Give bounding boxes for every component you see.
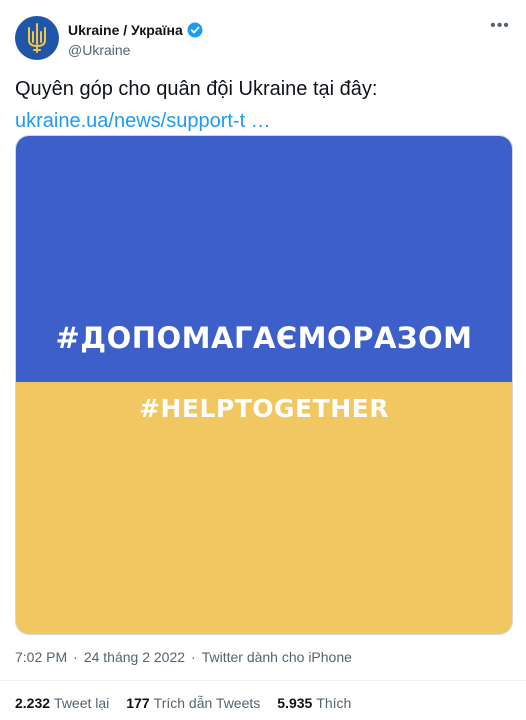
tweet-body: Quyên góp cho quân đội Ukraine tại đây: … bbox=[15, 76, 511, 134]
account-handle[interactable]: @Ukraine bbox=[68, 42, 203, 58]
stat-label: Thích bbox=[316, 695, 352, 711]
meta-separator: · bbox=[73, 649, 78, 665]
tweet-media-image[interactable]: #ДОПОМАГАЄМОРАЗОМ #HELPTOGETHER bbox=[15, 135, 513, 635]
hashtag-english: #HELPTOGETHER bbox=[139, 394, 389, 423]
stat-value: 2.232 bbox=[15, 695, 51, 711]
tweet-meta: 7:02 PM · 24 tháng 2 2022 · Twitter dành… bbox=[15, 649, 352, 665]
tweet-date[interactable]: 24 tháng 2 2022 bbox=[84, 649, 185, 665]
verified-badge-icon bbox=[187, 22, 203, 38]
stat-label: Trích dẫn Tweets bbox=[153, 695, 261, 711]
meta-separator: · bbox=[191, 649, 196, 665]
tweet-time[interactable]: 7:02 PM bbox=[15, 649, 67, 665]
tweet-link[interactable]: ukraine.ua/news/support-t … bbox=[15, 108, 511, 134]
divider bbox=[0, 680, 526, 681]
trident-coat-of-arms-icon bbox=[28, 23, 46, 53]
likes-stat[interactable]: 5.935 Thích bbox=[277, 695, 351, 711]
display-name[interactable]: Ukraine / Україна bbox=[68, 22, 183, 38]
stat-value: 177 bbox=[126, 695, 150, 711]
more-options-icon[interactable]: ••• bbox=[489, 18, 511, 36]
stat-label: Tweet lại bbox=[54, 695, 110, 711]
tweet-text: Quyên góp cho quân đội Ukraine tại đây: bbox=[15, 78, 378, 100]
account-names: Ukraine / Україна @Ukraine bbox=[68, 20, 203, 58]
stat-value: 5.935 bbox=[277, 695, 313, 711]
tweet-source[interactable]: Twitter dành cho iPhone bbox=[202, 649, 352, 665]
tweet-header: Ukraine / Україна @Ukraine ••• bbox=[15, 16, 511, 64]
quote-tweets-stat[interactable]: 177 Trích dẫn Tweets bbox=[126, 695, 260, 711]
retweets-stat[interactable]: 2.232 Tweet lại bbox=[15, 695, 109, 711]
hashtag-ukrainian: #ДОПОМАГАЄМОРАЗОМ bbox=[55, 321, 473, 355]
avatar[interactable] bbox=[15, 16, 59, 60]
tweet-stats: 2.232 Tweet lại 177 Trích dẫn Tweets 5.9… bbox=[15, 695, 351, 711]
